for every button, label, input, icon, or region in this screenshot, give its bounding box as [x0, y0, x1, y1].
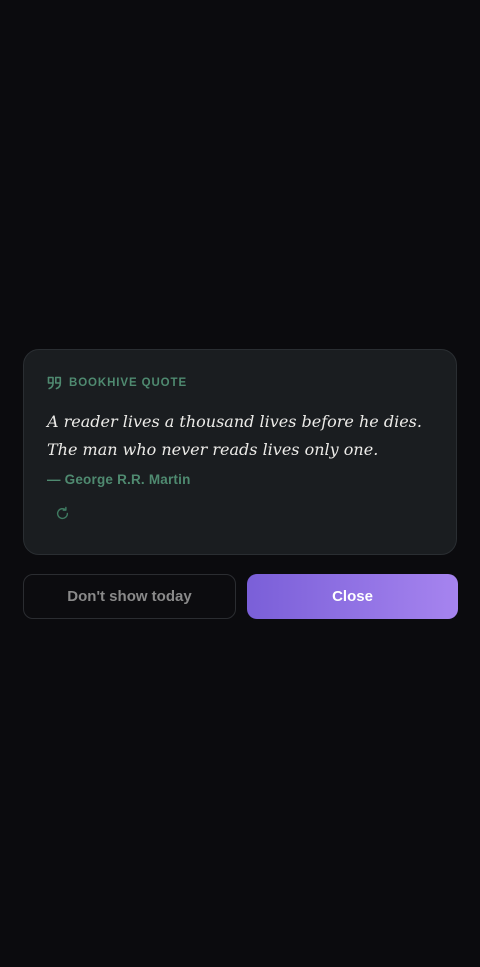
quote-author: — George R.R. Martin — [47, 472, 191, 487]
screen: BOOKHIVE QUOTE A reader lives a thousand… — [0, 0, 480, 967]
card-label: BOOKHIVE QUOTE — [69, 377, 188, 389]
refresh-button[interactable] — [52, 506, 72, 526]
action-bar: Don't show today Close — [23, 574, 458, 619]
quote-card: BOOKHIVE QUOTE A reader lives a thousand… — [23, 349, 457, 555]
quote-icon — [47, 376, 62, 390]
close-button[interactable]: Close — [247, 574, 458, 619]
refresh-icon — [55, 506, 70, 526]
dont-show-today-button[interactable]: Don't show today — [23, 574, 236, 619]
quote-text: A reader lives a thousand lives before h… — [47, 412, 422, 459]
card-header: BOOKHIVE QUOTE — [47, 376, 433, 390]
